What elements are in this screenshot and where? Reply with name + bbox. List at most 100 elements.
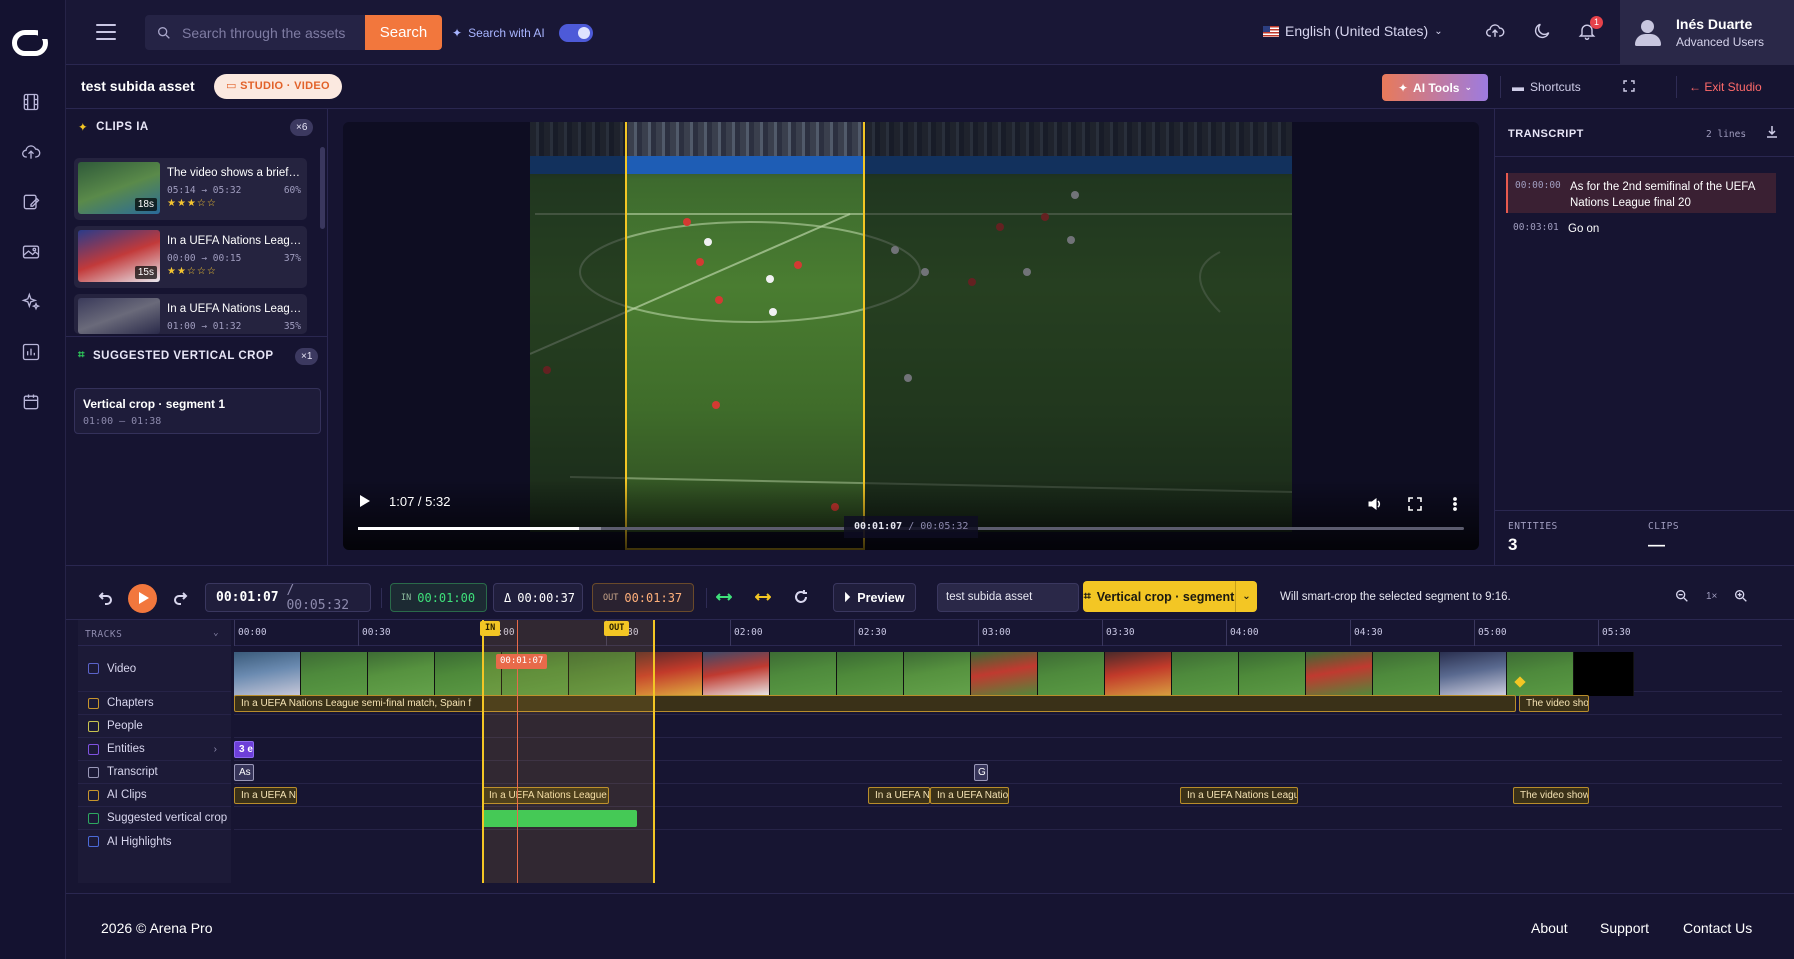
- time-ruler[interactable]: 00:00 00:30 01:00 01:30 02:00 02:30 03:0…: [234, 620, 1782, 646]
- chevron-right-icon[interactable]: ›: [214, 744, 217, 755]
- search-icon: [158, 26, 170, 39]
- play-button[interactable]: [128, 584, 157, 613]
- shortcuts-button[interactable]: ▬ Shortcuts: [1512, 80, 1581, 94]
- ai-clip-segment[interactable]: In a UEFA Nations League s: [1180, 787, 1298, 804]
- clip-rating: ★★☆☆☆: [167, 266, 217, 277]
- sparkles-icon[interactable]: [21, 292, 45, 316]
- ai-search-toggle-group[interactable]: ✦ Search with AI: [452, 24, 593, 42]
- track-checkbox[interactable]: [88, 743, 99, 755]
- timeline-lanes[interactable]: 00:00 00:30 01:00 01:30 02:00 02:30 03:0…: [234, 620, 1782, 883]
- ruler-tick: 00:00: [234, 620, 267, 646]
- undo-icon[interactable]: [98, 589, 116, 607]
- video-thumbnail-frame: [1574, 652, 1634, 696]
- clips-scrollbar[interactable]: [320, 147, 325, 229]
- footer-link-support[interactable]: Support: [1600, 920, 1649, 936]
- out-point-button[interactable]: OUT 00:01:37: [592, 583, 694, 612]
- ai-highlights-lane: [234, 830, 1782, 853]
- track-checkbox[interactable]: [88, 812, 99, 824]
- chevron-down-icon[interactable]: ⌄: [213, 628, 219, 638]
- play-icon[interactable]: [360, 495, 370, 507]
- set-out-icon[interactable]: [754, 589, 773, 607]
- chevron-down-icon[interactable]: ⌄: [1235, 581, 1257, 612]
- out-marker[interactable]: OUT: [604, 621, 630, 636]
- language-selector[interactable]: English (United States) ⌄: [1263, 23, 1443, 39]
- vertical-crop-button[interactable]: ⌗ Vertical crop · segment ⌄: [1083, 581, 1257, 612]
- track-video[interactable]: Video: [78, 646, 231, 692]
- track-people[interactable]: People: [78, 715, 231, 738]
- bell-icon[interactable]: 1: [1577, 16, 1603, 43]
- track-checkbox[interactable]: [88, 663, 99, 674]
- zoom-out-icon[interactable]: [1674, 588, 1690, 604]
- cloud-upload-icon[interactable]: [1485, 21, 1507, 43]
- clip-name-input[interactable]: test subida asset: [937, 583, 1079, 612]
- video-player[interactable]: 1:07 / 5:32 00:01:07 / 00:05:32: [343, 122, 1479, 550]
- track-entities[interactable]: Entities ›: [78, 738, 231, 761]
- in-marker[interactable]: IN: [480, 621, 501, 636]
- ai-clip-segment[interactable]: In a UEFA Nations: [930, 787, 1009, 804]
- track-ai-highlights[interactable]: AI Highlights: [78, 830, 231, 853]
- preview-button[interactable]: ⏵ Preview: [833, 583, 916, 612]
- track-checkbox[interactable]: [88, 720, 99, 732]
- track-checkbox[interactable]: [88, 697, 99, 709]
- chart-icon[interactable]: [21, 342, 45, 366]
- footer-link-contact[interactable]: Contact Us: [1683, 920, 1752, 936]
- clip-item[interactable]: 15s In a UEFA Nations League... 00:00 → …: [74, 226, 307, 288]
- ai-clip-segment[interactable]: The video shows: [1513, 787, 1589, 804]
- clip-time: 05:14 → 05:32: [167, 185, 242, 196]
- chapter-segment[interactable]: The video shows a: [1519, 695, 1589, 712]
- entity-segment[interactable]: 3 e: [234, 741, 254, 758]
- transcript-row[interactable]: 00:00:00 As for the 2nd semifinal of the…: [1506, 173, 1776, 213]
- chapter-segment[interactable]: In a UEFA Nations League semi-final matc…: [234, 695, 1516, 712]
- transcript-segment[interactable]: As: [234, 764, 254, 781]
- transcript-segment[interactable]: G: [974, 764, 988, 781]
- video-thumbnail-frame: [368, 652, 435, 696]
- us-flag-icon: [1263, 25, 1279, 37]
- left-rail: [0, 0, 66, 959]
- crop-segment-item[interactable]: Vertical crop · segment 1 01:00 – 01:38: [74, 388, 321, 434]
- zoom-in-icon[interactable]: [1733, 588, 1749, 604]
- expand-icon[interactable]: [1623, 80, 1635, 92]
- fullscreen-icon[interactable]: [1407, 496, 1425, 514]
- track-checkbox[interactable]: [88, 766, 99, 778]
- exit-studio-button[interactable]: ← Exit Studio: [1689, 80, 1762, 94]
- reset-icon[interactable]: [793, 589, 811, 607]
- player-timecode-current: 00:01:07: [854, 521, 903, 532]
- search-button[interactable]: Search: [365, 15, 442, 50]
- moon-icon[interactable]: [1532, 21, 1554, 43]
- track-transcript[interactable]: Transcript: [78, 761, 231, 784]
- ai-tools-button[interactable]: ✦ AI Tools ⌄: [1382, 74, 1488, 101]
- track-suggested-vertical-crop[interactable]: Suggested vertical crop: [78, 807, 231, 830]
- clip-item[interactable]: In a UEFA Nations League... 01:00 → 01:3…: [74, 294, 307, 334]
- ruler-tick: 05:00: [1474, 620, 1507, 646]
- ai-clips-lane: In a UEFA Nati In a UEFA Nations League …: [234, 784, 1782, 807]
- edit-icon[interactable]: [21, 192, 45, 216]
- ruler-tick: 00:30: [358, 620, 391, 646]
- clip-item[interactable]: 18s The video shows a brief o... 05:14 →…: [74, 158, 307, 220]
- ai-search-toggle[interactable]: [558, 24, 593, 42]
- logo-icon[interactable]: [12, 29, 50, 56]
- download-icon[interactable]: [1766, 125, 1778, 139]
- video-thumbnail-frame: [234, 652, 301, 696]
- set-in-icon[interactable]: [715, 589, 734, 607]
- volume-icon[interactable]: [1367, 496, 1385, 514]
- calendar-icon[interactable]: [21, 392, 45, 416]
- gallery-icon[interactable]: [21, 242, 45, 266]
- user-menu[interactable]: Inés Duarte Advanced Users: [1620, 0, 1794, 65]
- track-checkbox[interactable]: [88, 789, 99, 801]
- track-ai-clips[interactable]: AI Clips: [78, 784, 231, 807]
- more-vertical-icon[interactable]: [1447, 496, 1465, 514]
- track-checkbox[interactable]: [88, 836, 99, 847]
- film-icon[interactable]: [21, 92, 45, 116]
- upload-icon[interactable]: [21, 142, 45, 166]
- track-chapters[interactable]: Chapters: [78, 692, 231, 715]
- menu-icon[interactable]: [96, 24, 116, 40]
- search-input[interactable]: [182, 24, 352, 41]
- in-point-button[interactable]: IN 00:01:00: [390, 583, 487, 612]
- transcript-row[interactable]: 00:03:01 Go on: [1506, 215, 1776, 241]
- ai-clip-segment[interactable]: In a UEFA Nat: [868, 787, 930, 804]
- zoom-level: 1×: [1706, 590, 1718, 602]
- people-lane: [234, 715, 1782, 738]
- footer-link-about[interactable]: About: [1531, 920, 1568, 936]
- ai-clip-segment[interactable]: In a UEFA Nati: [234, 787, 297, 804]
- redo-icon[interactable]: [172, 589, 190, 607]
